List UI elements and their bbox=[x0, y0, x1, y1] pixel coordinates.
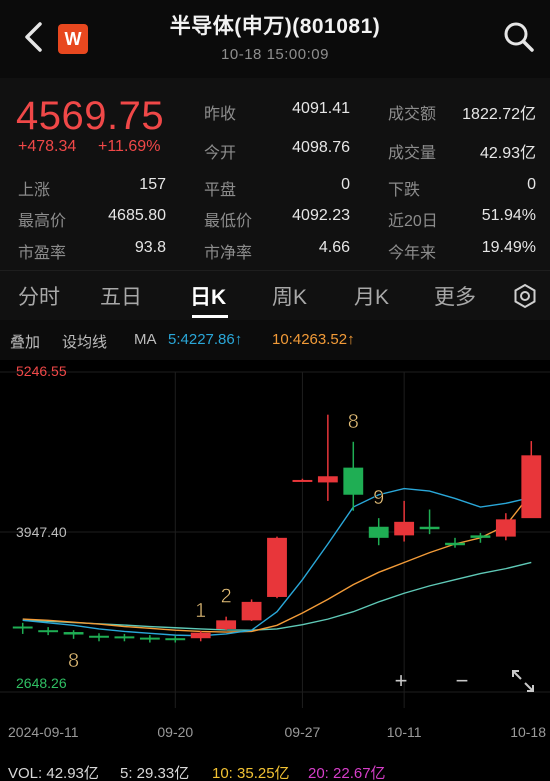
volume-label: 成交量 bbox=[388, 145, 437, 162]
last-price: 4569.75 bbox=[16, 94, 165, 138]
top-bar: W 半导体(申万)(801081) 10-18 15:00:09 bbox=[0, 0, 550, 78]
search-icon[interactable] bbox=[502, 20, 536, 54]
advancers-value: 157 bbox=[139, 176, 166, 193]
turnover-value: 1822.72亿 bbox=[462, 106, 536, 123]
decliners-value: 0 bbox=[527, 176, 536, 193]
ma-label: MA bbox=[134, 331, 157, 348]
signal-marker: 1 bbox=[195, 600, 206, 622]
tab-daily-k[interactable]: 日K bbox=[190, 281, 226, 311]
candle-body bbox=[495, 519, 516, 537]
open-label: 今开 bbox=[204, 145, 237, 162]
pb-label: 市净率 bbox=[204, 245, 253, 262]
x-tick-label: 09-20 bbox=[157, 724, 193, 740]
x-tick-label: 09-27 bbox=[285, 724, 321, 740]
candle-body bbox=[216, 620, 237, 629]
candle-body bbox=[419, 526, 440, 530]
timestamp: 10-18 15:00:09 bbox=[221, 46, 329, 63]
candle-body bbox=[241, 601, 262, 621]
kline-svg: 8 12 8 9 5246.55 3947.40 2648.26 2024-09-11 09… bbox=[0, 363, 550, 740]
high-label: 最高价 bbox=[18, 213, 67, 230]
volume-legend: VOL: 42.93亿 5: 29.33亿 10: 35.25亿 20: 22.… bbox=[0, 760, 550, 781]
ytd-value: 19.49% bbox=[481, 239, 536, 256]
candle-body bbox=[292, 479, 313, 482]
vol-total: VOL: 42.93亿 bbox=[8, 765, 99, 781]
pe-value: 93.8 bbox=[134, 239, 166, 256]
y-min-label: 2648.26 bbox=[16, 675, 67, 691]
candle-body bbox=[521, 455, 542, 519]
ytd-label: 今年来 bbox=[388, 245, 437, 262]
x-tick-label: 2024-09-11 bbox=[8, 724, 79, 740]
y-mid-label: 3947.40 bbox=[16, 524, 67, 540]
gear-icon[interactable] bbox=[512, 283, 538, 309]
prev-close-label: 昨收 bbox=[204, 106, 237, 123]
turnover-label: 成交额 bbox=[388, 106, 437, 123]
low-label: 最低价 bbox=[204, 213, 253, 230]
candle-body bbox=[394, 521, 415, 536]
candle-body bbox=[317, 476, 338, 483]
high-value: 4685.80 bbox=[108, 207, 166, 224]
zoom-out-button[interactable]: − bbox=[447, 666, 477, 696]
tab-intraday[interactable]: 分时 bbox=[18, 281, 60, 311]
unchanged-label: 平盘 bbox=[204, 182, 237, 199]
candle-body bbox=[114, 636, 135, 639]
candle-body bbox=[470, 535, 491, 538]
zoom-in-button[interactable]: + bbox=[386, 666, 416, 696]
kline-chart[interactable]: 8 12 8 9 5246.55 3947.40 2648.26 2024-09-11 09… bbox=[0, 360, 550, 760]
candle-body bbox=[63, 632, 84, 635]
y-max-label: 5246.55 bbox=[16, 363, 67, 379]
x-tick-label: 10-18 bbox=[510, 724, 546, 740]
period-tabs: 分时 五日 日K 周K 月K 更多 bbox=[0, 270, 550, 320]
tab-monthly-k[interactable]: 月K bbox=[354, 281, 389, 311]
candle-body bbox=[89, 635, 109, 638]
ma-setting-button[interactable]: 设均线 bbox=[62, 331, 107, 352]
price-change: +478.34 bbox=[18, 138, 77, 155]
unchanged-value: 0 bbox=[341, 176, 350, 193]
tab-five-day[interactable]: 五日 bbox=[100, 281, 142, 311]
overlay-button[interactable]: 叠加 bbox=[10, 331, 40, 352]
candle-body bbox=[38, 630, 59, 633]
vol-ma5: 5: 29.33亿 bbox=[120, 765, 190, 781]
indicator-bar: 叠加 设均线 MA 5:4227.86↑ 10:4263.52↑ bbox=[0, 320, 550, 360]
candle-body bbox=[343, 467, 364, 495]
x-tick-label: 10-11 bbox=[387, 724, 422, 740]
advancers-label: 上涨 bbox=[18, 182, 51, 199]
candle-body bbox=[368, 526, 389, 538]
low-value: 4092.23 bbox=[292, 207, 350, 224]
candle-body bbox=[190, 632, 211, 639]
signal-marker: 2 bbox=[221, 586, 232, 608]
prev-close-value: 4091.41 bbox=[292, 100, 350, 117]
candle-body bbox=[267, 537, 287, 597]
open-value: 4098.76 bbox=[292, 139, 350, 156]
candle-body bbox=[12, 626, 33, 629]
expand-icon[interactable] bbox=[508, 666, 538, 696]
decliners-label: 下跌 bbox=[388, 182, 421, 199]
candle-body bbox=[445, 542, 465, 546]
volume-value: 42.93亿 bbox=[479, 145, 536, 162]
vol-ma20: 20: 22.67亿 bbox=[308, 765, 386, 781]
active-tab-indicator bbox=[192, 315, 228, 318]
candle-body bbox=[139, 637, 160, 640]
candle-body bbox=[165, 638, 186, 641]
signal-marker: 9 bbox=[373, 487, 384, 509]
tab-weekly-k[interactable]: 周K bbox=[272, 281, 307, 311]
signal-marker: 8 bbox=[348, 411, 359, 433]
quote-panel: 4569.75 +478.34 +11.69% 昨收 4091.41 成交额 1… bbox=[0, 78, 550, 270]
pb-value: 4.66 bbox=[318, 239, 350, 256]
tab-more[interactable]: 更多 bbox=[434, 281, 476, 311]
pe-label: 市盈率 bbox=[18, 245, 67, 262]
20day-value: 51.94% bbox=[481, 207, 536, 224]
price-change-percent: +11.69% bbox=[98, 138, 161, 155]
signal-marker: 8 bbox=[68, 650, 79, 672]
ma5-value: 5:4227.86↑ bbox=[168, 331, 243, 348]
ma10-value: 10:4263.52↑ bbox=[272, 331, 355, 348]
page-title: 半导体(申万)(801081) bbox=[169, 15, 381, 38]
20day-label: 近20日 bbox=[388, 213, 438, 230]
vol-ma10: 10: 35.25亿 bbox=[212, 765, 290, 781]
